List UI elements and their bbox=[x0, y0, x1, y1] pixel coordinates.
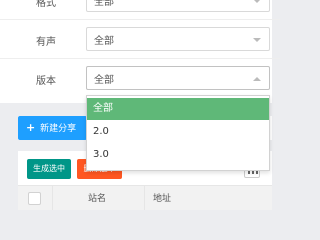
column-header-station[interactable]: 站名 bbox=[88, 191, 106, 204]
version-select-value: 全部 bbox=[94, 75, 114, 86]
filter-label-version: 版本 bbox=[36, 76, 56, 87]
table-header-divider bbox=[52, 185, 53, 210]
select-all-checkbox[interactable] bbox=[28, 192, 41, 205]
audio-select[interactable]: 全部 bbox=[86, 27, 270, 51]
new-share-label: 新建分享 bbox=[40, 124, 77, 134]
chevron-down-icon bbox=[253, 0, 261, 3]
column-header-address[interactable]: 地址 bbox=[153, 191, 171, 204]
generate-selected-button[interactable]: 生成选中 bbox=[27, 159, 71, 179]
format-select-value: 全部 bbox=[94, 0, 114, 8]
table-header bbox=[18, 185, 272, 210]
version-select[interactable]: 全部 bbox=[86, 66, 270, 90]
plus-icon: + bbox=[26, 121, 36, 134]
filter-label-audio: 有声 bbox=[36, 37, 56, 48]
chevron-down-icon bbox=[253, 38, 261, 42]
dropdown-option-all[interactable]: 全部 bbox=[87, 98, 269, 120]
table-header-divider bbox=[144, 185, 145, 210]
filter-divider bbox=[0, 19, 280, 20]
version-dropdown: 全部 2.0 3.0 bbox=[86, 95, 270, 171]
audio-select-value: 全部 bbox=[94, 36, 114, 47]
screen: 格式 全部 有声 全部 版本 全部 + 新建分享 生成选中 删除选中 站名 地址… bbox=[0, 0, 280, 210]
dropdown-option-3-0[interactable]: 3.0 bbox=[87, 144, 269, 166]
format-select[interactable]: 全部 bbox=[86, 0, 270, 12]
chevron-up-icon bbox=[253, 77, 261, 81]
filter-divider bbox=[0, 58, 280, 59]
new-share-button[interactable]: + 新建分享 bbox=[18, 116, 87, 140]
filter-label-format: 格式 bbox=[36, 0, 56, 9]
dropdown-option-2-0[interactable]: 2.0 bbox=[87, 121, 269, 143]
